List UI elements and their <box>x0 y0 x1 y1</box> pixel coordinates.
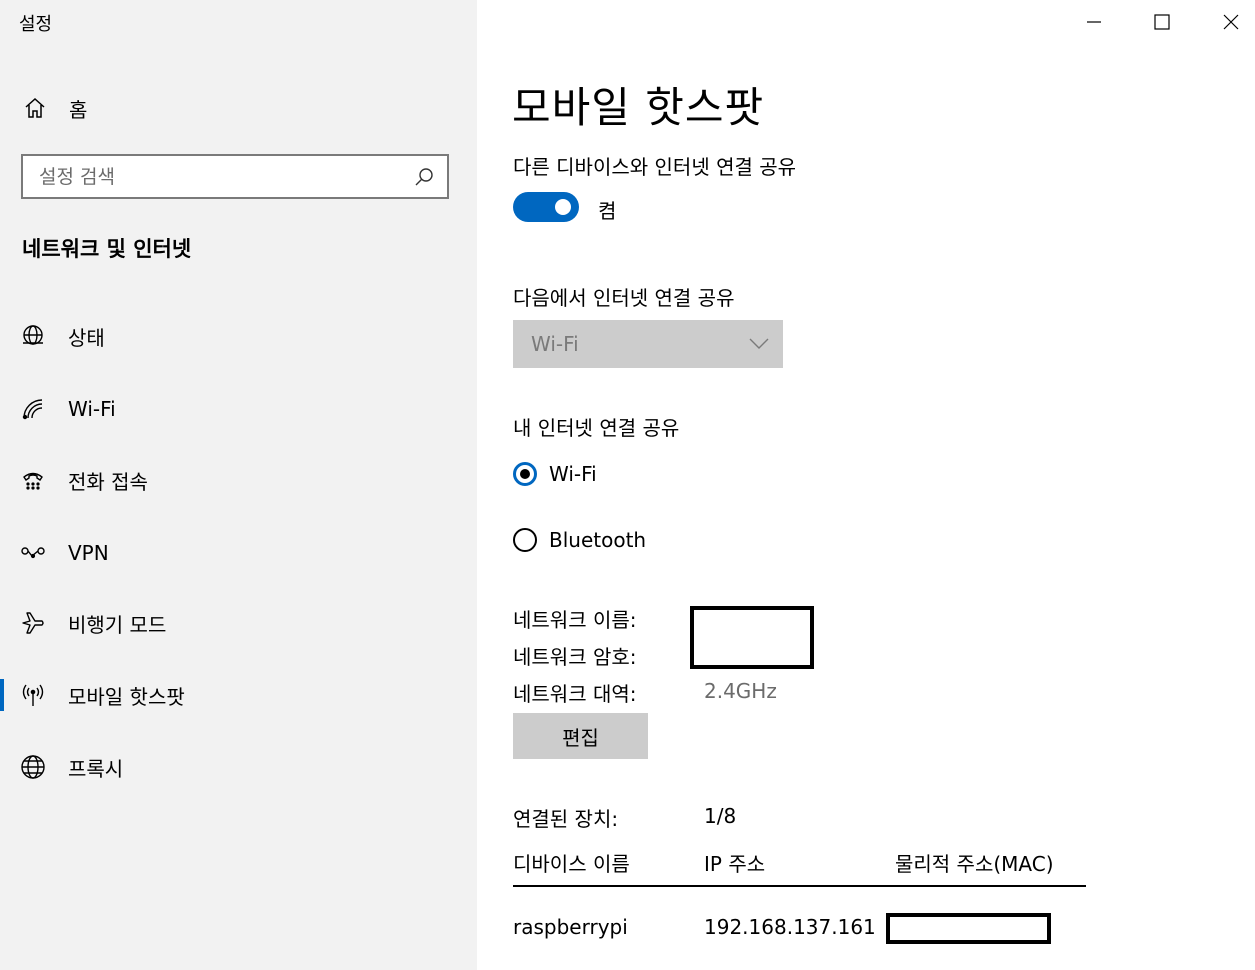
minimize-icon <box>1087 21 1101 23</box>
chevron-down-icon <box>749 338 769 349</box>
settings-search-box[interactable] <box>21 154 449 199</box>
sidebar-item-label: Wi-Fi <box>68 397 116 421</box>
sidebar-item-label: VPN <box>68 541 109 565</box>
globe-icon <box>18 752 48 782</box>
column-mac-address: 물리적 주소(MAC) <box>895 852 1054 876</box>
sidebar-item-label: 상태 <box>68 325 105 350</box>
share-internet-label: 다른 디바이스와 인터넷 연결 공유 <box>513 155 797 179</box>
home-icon <box>20 93 50 123</box>
device-ip-cell: 192.168.137.161 <box>704 915 876 939</box>
edit-button[interactable]: 편집 <box>513 713 648 759</box>
redacted-mac-address <box>886 913 1051 944</box>
sidebar-item-dialup[interactable]: 전화 접속 <box>0 458 477 502</box>
radio-circle <box>513 528 537 552</box>
share-from-dropdown[interactable]: Wi-Fi <box>513 320 783 368</box>
sidebar-item-wifi[interactable]: Wi-Fi <box>0 387 477 431</box>
page-title: 모바일 핫스팟 <box>512 83 765 132</box>
globe-status-icon <box>18 321 48 351</box>
minimize-button[interactable] <box>1060 0 1128 44</box>
wifi-icon <box>18 394 48 424</box>
maximize-button[interactable] <box>1128 0 1196 44</box>
search-icon[interactable] <box>407 160 441 194</box>
sidebar-item-label: 비행기 모드 <box>68 612 167 637</box>
app-title: 설정 <box>19 14 53 35</box>
vpn-icon <box>18 538 48 568</box>
close-button[interactable] <box>1197 0 1255 44</box>
redacted-network-credentials <box>690 606 814 669</box>
device-name-cell: raspberrypi <box>513 915 628 939</box>
settings-search-input[interactable] <box>23 164 407 189</box>
sidebar-item-label: 모바일 핫스팟 <box>68 684 185 709</box>
network-password-label: 네트워크 암호: <box>513 645 637 669</box>
connected-devices-label: 연결된 장치: <box>513 807 619 831</box>
column-ip-address: IP 주소 <box>704 852 766 876</box>
column-device-name: 디바이스 이름 <box>513 852 630 876</box>
maximize-icon <box>1154 14 1170 30</box>
sidebar-item-label: 프록시 <box>68 756 124 781</box>
toggle-state-label: 켬 <box>598 199 617 223</box>
share-from-label: 다음에서 인터넷 연결 공유 <box>513 286 735 310</box>
share-over-label: 내 인터넷 연결 공유 <box>513 416 680 440</box>
airplane-icon <box>18 608 48 638</box>
sidebar-item-label: 전화 접속 <box>68 469 148 494</box>
radio-label: Wi-Fi <box>549 462 597 486</box>
sidebar-item-status[interactable]: 상태 <box>0 314 477 358</box>
radio-label: Bluetooth <box>549 528 647 552</box>
sidebar: 설정 홈 네트워크 및 인터넷 상태 Wi-F <box>0 0 477 970</box>
dialup-phone-icon <box>18 465 48 495</box>
hotspot-icon <box>18 680 48 710</box>
network-name-label: 네트워크 이름: <box>513 608 637 632</box>
sidebar-item-airplane[interactable]: 비행기 모드 <box>0 601 477 645</box>
toggle-knob <box>555 199 571 215</box>
network-band-value: 2.4GHz <box>704 679 777 703</box>
sidebar-item-mobile-hotspot[interactable]: 모바일 핫스팟 <box>0 673 477 717</box>
radio-wifi[interactable]: Wi-Fi <box>513 458 597 490</box>
radio-bluetooth[interactable]: Bluetooth <box>513 524 646 556</box>
home-label: 홈 <box>69 97 88 122</box>
table-header-divider <box>513 885 1086 887</box>
connected-devices-count: 1/8 <box>704 804 737 828</box>
close-icon <box>1223 14 1239 30</box>
sidebar-item-proxy[interactable]: 프록시 <box>0 745 477 789</box>
hotspot-toggle[interactable] <box>513 192 579 222</box>
share-from-value: Wi-Fi <box>531 332 579 356</box>
sidebar-item-vpn[interactable]: VPN <box>0 531 477 575</box>
home-nav-item[interactable]: 홈 <box>20 92 87 124</box>
radio-circle <box>513 462 537 486</box>
active-indicator <box>0 679 4 711</box>
section-title: 네트워크 및 인터넷 <box>22 237 192 261</box>
network-band-label: 네트워크 대역: <box>513 682 637 706</box>
